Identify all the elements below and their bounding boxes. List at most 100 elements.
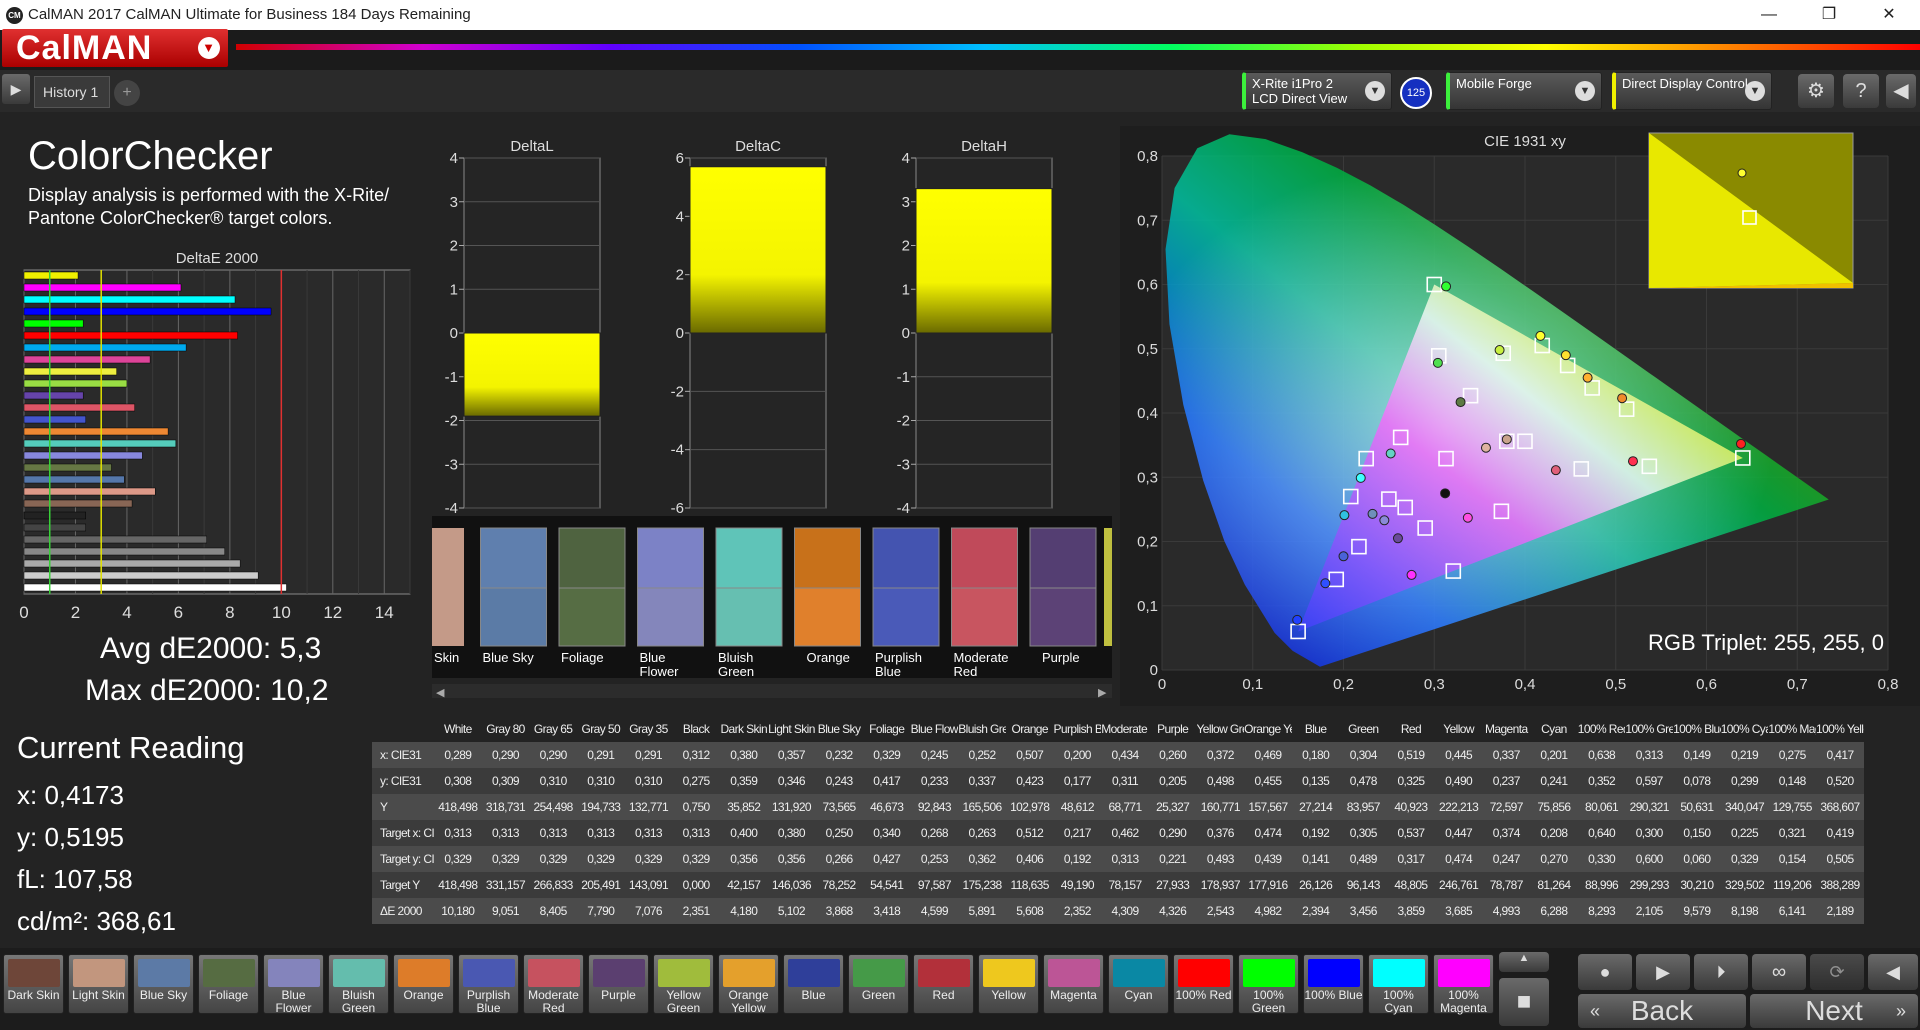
collapse-panel-button[interactable]: ◀ (1886, 74, 1916, 108)
patch-actual (1104, 528, 1112, 646)
meter-badge[interactable]: 125 (1400, 77, 1432, 109)
patch-actual (558, 527, 626, 589)
reading-cdm: cd/m²: 368,61 (17, 906, 176, 936)
y-tick-label: -6 (671, 500, 684, 514)
scroll-right-icon[interactable]: ▶ (1098, 687, 1107, 699)
tab-history-1[interactable]: History 1 (34, 76, 110, 108)
patch-swatch-button[interactable]: 100% Red (1173, 954, 1234, 1014)
patch-swatch-label: Bluish Green (341, 988, 376, 1015)
patch-swatch-button[interactable]: Yellow (978, 954, 1039, 1014)
patch-swatch-button[interactable]: Dark Skin (3, 954, 64, 1014)
patch-swatch-button[interactable]: Orange (393, 954, 454, 1014)
table-cell: 9,579 (1673, 898, 1721, 924)
step-button[interactable]: ⏵ (1694, 954, 1748, 990)
table-cell: 7,076 (624, 898, 673, 924)
table-cell: 81,264 (1530, 872, 1578, 898)
delta-bar (463, 332, 601, 417)
play-button[interactable]: ▶ (1636, 954, 1690, 990)
scroll-up-button[interactable]: ▲ (1499, 952, 1549, 972)
patch-swatch-button[interactable]: Blue Sky (133, 954, 194, 1014)
table-cell: 175,238 (958, 872, 1006, 898)
patch-swatch-label: Orange Yellow (728, 988, 769, 1015)
patch-swatch-button[interactable]: Foliage (198, 954, 259, 1014)
column-header: Gray 50 (576, 716, 625, 742)
table-cell: 119,206 (1768, 872, 1817, 898)
table-row: Y 418,498 318,731 254,498 194,733 132,771 0,75… (372, 794, 1864, 820)
y-tick-label: 0 (902, 325, 910, 342)
delta-bar (689, 166, 827, 334)
maximize-button[interactable]: ❐ (1806, 2, 1852, 28)
refresh-button[interactable]: ⟳ (1810, 954, 1864, 990)
table-cell: 0,356 (719, 846, 768, 872)
patch-swatch-button[interactable]: 100% Blue (1303, 954, 1364, 1014)
scroll-left-icon[interactable]: ◀ (436, 687, 445, 699)
patch-swatch-color (72, 959, 125, 987)
patch-swatch-color (1242, 959, 1295, 987)
table-cell: 418,498 (434, 794, 482, 820)
table-corner (372, 716, 434, 742)
table-cell: 0,362 (958, 846, 1006, 872)
current-reading-title: Current Reading (17, 730, 245, 765)
patch-swatch-label: 100% Red (1175, 988, 1232, 1002)
patch-swatch-button[interactable]: Magenta (1043, 954, 1104, 1014)
measured-point (1455, 397, 1466, 408)
patch-swatch-button[interactable]: Moderate Red (523, 954, 584, 1015)
help-button[interactable]: ? (1843, 74, 1879, 108)
deltae-bar (23, 571, 259, 580)
patch-swatch-button[interactable]: Light Skin (68, 954, 129, 1014)
table-cell: 4,326 (1148, 898, 1197, 924)
measured-point (1320, 578, 1331, 589)
back-button[interactable]: « Back (1578, 994, 1746, 1028)
column-header: Dark Skin (719, 716, 768, 742)
add-tab-button[interactable]: + (114, 80, 140, 106)
x-tick-label: 0,8 (1878, 676, 1899, 693)
patch-swatch-button[interactable]: Green (848, 954, 909, 1014)
display-selector[interactable]: Direct Display Control ▼ (1612, 72, 1772, 110)
patch-swatch-button[interactable]: 100% Cyan (1368, 954, 1429, 1015)
patch-swatch-button[interactable]: Purplish Blue (458, 954, 519, 1015)
patch-swatch-label: Foliage (208, 988, 249, 1002)
table-cell: 0,313 (529, 820, 577, 846)
table-cell: 246,761 (1434, 872, 1483, 898)
play-icon[interactable]: ▶ (2, 74, 30, 104)
measured-point (1339, 510, 1350, 521)
patch-swatch-button[interactable]: Orange Yellow (718, 954, 779, 1015)
y-tick-label: 0,7 (1137, 212, 1158, 229)
y-tick-label: 0,5 (1137, 341, 1158, 358)
back-nav-small-button[interactable]: ◀ (1868, 954, 1918, 990)
record-button[interactable]: ● (1578, 954, 1632, 990)
table-cell: 0,219 (1720, 742, 1769, 768)
chevron-down-icon: ▼ (1365, 81, 1385, 101)
table-row: ΔE 2000 10,180 9,051 8,405 7,790 7,076 2,351 4,… (372, 898, 1864, 924)
patch-swatch-button[interactable]: Purple (588, 954, 649, 1014)
table-cell: 4,309 (1101, 898, 1149, 924)
chevron-down-icon: ▼ (1745, 81, 1765, 101)
patch-swatch-button[interactable]: 100% Magenta (1433, 954, 1494, 1015)
table-cell: 83,957 (1339, 794, 1388, 820)
patch-swatch-label: Dark Skin (7, 988, 60, 1002)
table-cell: 2,351 (672, 898, 720, 924)
y-tick-label: 3 (450, 194, 458, 211)
table-cell: 0,380 (767, 820, 816, 846)
x-tick-label: 0,3 (1424, 676, 1445, 693)
minimize-button[interactable]: — (1746, 2, 1792, 28)
meter-selector[interactable]: X-Rite i1Pro 2 LCD Direct View ▼ (1242, 72, 1392, 110)
loop-button[interactable]: ∞ (1752, 954, 1806, 990)
patch-scrollbar[interactable] (432, 684, 1112, 698)
patch-swatch-button[interactable]: 100% Green (1238, 954, 1299, 1015)
stop-button[interactable]: ■ (1499, 978, 1549, 1026)
patch-swatch-button[interactable]: Yellow Green (653, 954, 714, 1015)
patch-swatch-button[interactable]: Blue Flower (263, 954, 324, 1015)
patch-swatch-button[interactable]: Red (913, 954, 974, 1014)
patch-swatch-color (722, 959, 775, 987)
table-cell: 0,447 (1434, 820, 1483, 846)
calman-menu-button[interactable]: CalMAN ▼ (2, 29, 228, 67)
table-cell: 0,597 (1625, 768, 1674, 794)
patch-swatch-button[interactable]: Cyan (1108, 954, 1169, 1014)
next-button[interactable]: Next » (1750, 994, 1918, 1028)
close-button[interactable]: ✕ (1866, 2, 1912, 28)
settings-button[interactable]: ⚙ (1798, 74, 1834, 108)
patch-swatch-button[interactable]: Bluish Green (328, 954, 389, 1015)
source-selector[interactable]: Mobile Forge ▼ (1446, 72, 1602, 110)
patch-swatch-button[interactable]: Blue (783, 954, 844, 1014)
